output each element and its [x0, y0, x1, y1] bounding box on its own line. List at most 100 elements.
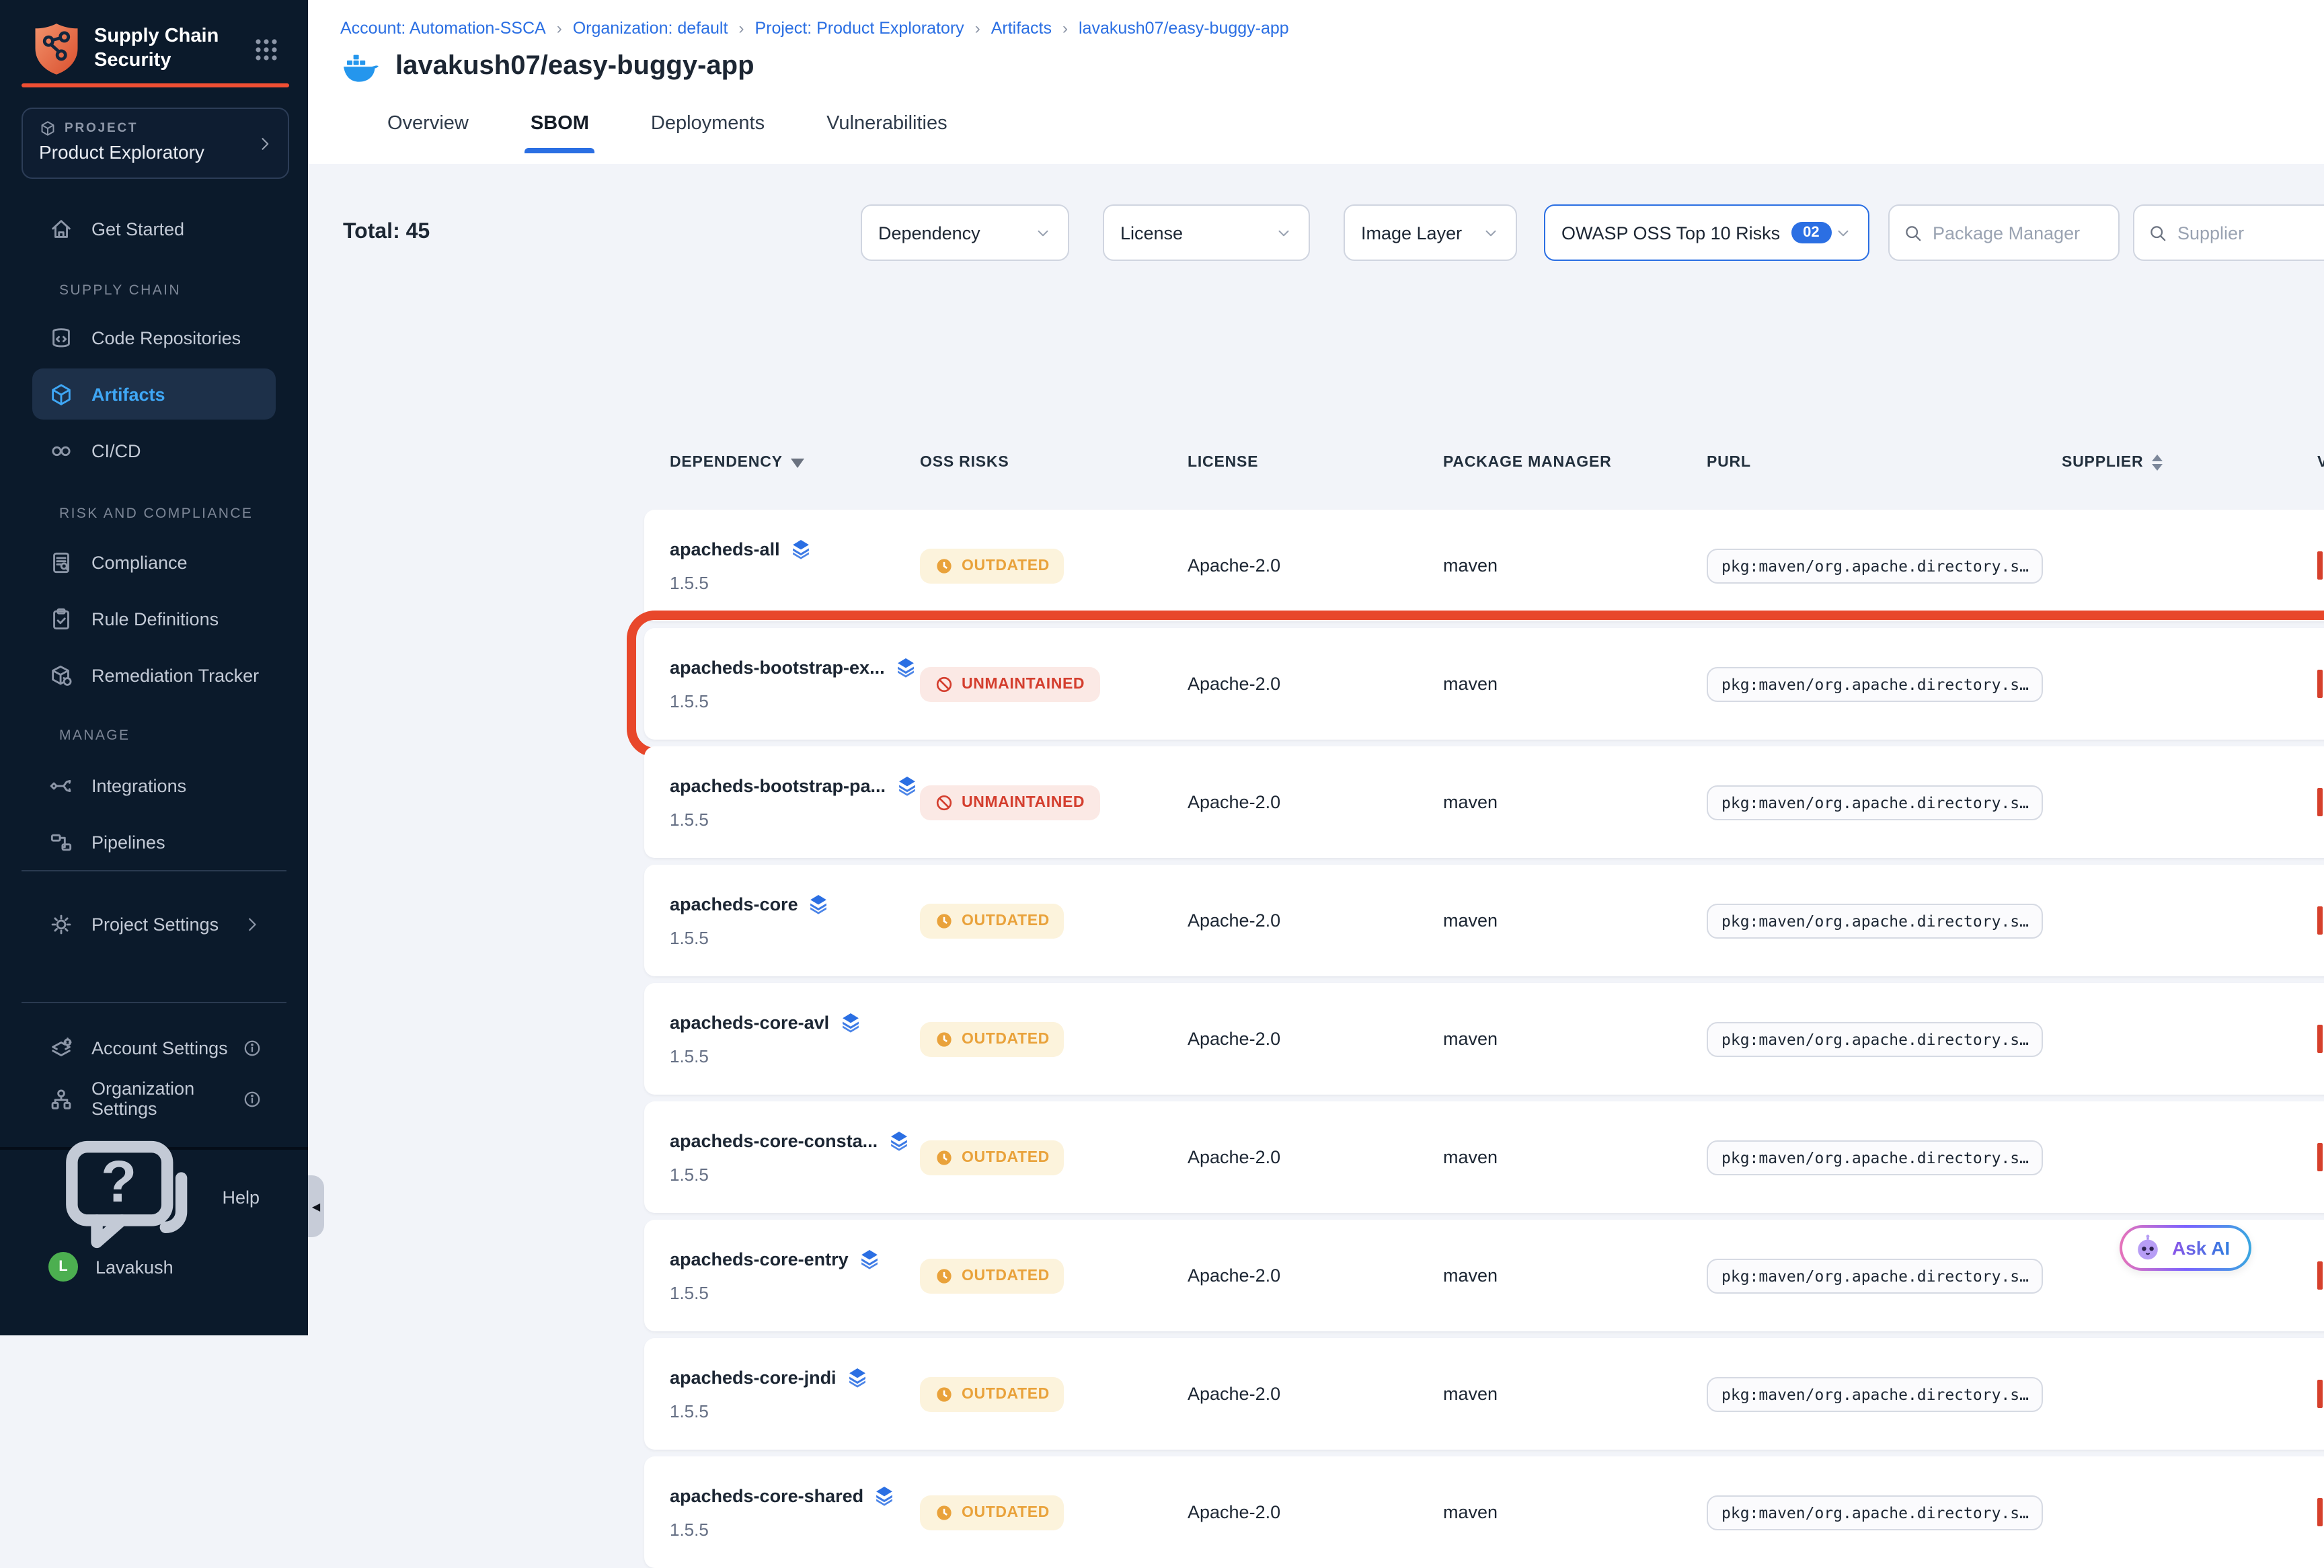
purl-chip[interactable]: pkg:maven/org.apache.directory.s…: [1707, 666, 2044, 701]
sidebar-item-account-settings[interactable]: Account Settings: [32, 1022, 276, 1073]
nav-label: Integrations: [91, 775, 186, 795]
package-manager-cell: maven: [1443, 555, 1707, 576]
sidebar-item-rule-definitions[interactable]: Rule Definitions: [32, 593, 276, 644]
layers-gear-icon: [48, 1035, 74, 1060]
risk-icon: [935, 793, 954, 812]
dependency-name: apacheds-bootstrap-pa...: [670, 776, 886, 796]
package-manager-cell: maven: [1443, 1384, 1707, 1404]
purl-chip[interactable]: pkg:maven/org.apache.directory.s…: [1707, 1021, 2044, 1056]
breadcrumb-item[interactable]: Account: Automation-SSCA: [340, 19, 546, 38]
layers-icon: [858, 1248, 881, 1271]
nav-label: Project Settings: [91, 914, 219, 934]
table-row[interactable]: apacheds-bootstrap-ex... 1.5.5 UNMAINTAI…: [644, 628, 2324, 740]
risk-icon: [935, 1148, 954, 1167]
breadcrumb-separator: ›: [557, 19, 562, 38]
nav-label: Pipelines: [91, 832, 165, 852]
layers-icon: [846, 1366, 869, 1389]
tab-overview[interactable]: Overview: [387, 113, 469, 153]
breadcrumb-separator: ›: [975, 19, 980, 38]
oss-risk-cell: OUTDATED: [920, 1140, 1188, 1175]
table-row[interactable]: apacheds-core-entry 1.5.5 OUTDATED Apach…: [644, 1220, 2324, 1331]
dependency-version: 1.5.5: [670, 691, 920, 711]
breadcrumb-item[interactable]: lavakush07/easy-buggy-app: [1079, 19, 1289, 38]
tab-sbom[interactable]: SBOM: [531, 113, 589, 153]
sidebar-item-get-started[interactable]: Get Started: [32, 203, 276, 254]
vuln-critical-count: C0: [2317, 1380, 2324, 1408]
vuln-critical-count: C0: [2317, 1261, 2324, 1290]
vulnerabilities-cell: C0H0M0L0: [2317, 551, 2324, 580]
layers-icon: [839, 1011, 861, 1034]
table-row[interactable]: apacheds-core-jndi 1.5.5 OUTDATED Apache…: [644, 1338, 2324, 1450]
table-row[interactable]: apacheds-bootstrap-pa... 1.5.5 UNMAINTAI…: [644, 746, 2324, 858]
package-manager-cell: maven: [1443, 1029, 1707, 1049]
sidebar-item-remediation-tracker[interactable]: Remediation Tracker: [32, 650, 276, 701]
purl-chip[interactable]: pkg:maven/org.apache.directory.s…: [1707, 785, 2044, 820]
license-cell: Apache-2.0: [1188, 1384, 1443, 1404]
sidebar-item-artifacts[interactable]: Artifacts: [32, 368, 276, 420]
purl-chip[interactable]: pkg:maven/org.apache.directory.s…: [1707, 1140, 2044, 1175]
project-selector[interactable]: PROJECT Product Exploratory: [22, 108, 289, 179]
user-menu[interactable]: L Lavakush: [32, 1243, 276, 1291]
vuln-critical-count: C0: [2317, 1498, 2324, 1526]
purl-cell: pkg:maven/org.apache.directory.s…: [1707, 666, 2062, 701]
vulnerabilities-cell: C0H0M0L0: [2317, 1498, 2324, 1526]
purl-cell: pkg:maven/org.apache.directory.s…: [1707, 1258, 2062, 1293]
vuln-critical-count: C0: [2317, 670, 2324, 698]
nav-label: Remediation Tracker: [91, 665, 259, 685]
risk-icon: [935, 1503, 954, 1522]
sidebar: Supply Chain Security PROJECT Product Ex…: [0, 0, 308, 1335]
dependency-cell: apacheds-core-consta... 1.5.5: [670, 1130, 920, 1185]
sidebar-item-ci-cd[interactable]: CI/CD: [32, 425, 276, 476]
purl-cell: pkg:maven/org.apache.directory.s…: [1707, 785, 2062, 820]
sidebar-collapse-handle[interactable]: ◀: [308, 1175, 324, 1237]
sidebar-item-project-settings[interactable]: Project Settings: [32, 898, 276, 949]
vulnerabilities-cell: C0H0M0L0: [2317, 670, 2324, 698]
sidebar-item-compliance[interactable]: Compliance: [32, 537, 276, 588]
purl-chip[interactable]: pkg:maven/org.apache.directory.s…: [1707, 903, 2044, 938]
breadcrumb-item[interactable]: Project: Product Exploratory: [754, 19, 964, 38]
tab-vulnerabilities[interactable]: Vulnerabilities: [826, 113, 947, 153]
dependency-version: 1.5.5: [670, 1520, 920, 1540]
risk-badge: OUTDATED: [920, 1376, 1064, 1411]
nav-section-label: SUPPLY CHAIN: [59, 282, 181, 299]
purl-chip[interactable]: pkg:maven/org.apache.directory.s…: [1707, 1495, 2044, 1530]
table-row[interactable]: apacheds-all 1.5.5 OUTDATED Apache-2.0 m…: [644, 510, 2324, 621]
home-icon: [48, 216, 74, 241]
purl-cell: pkg:maven/org.apache.directory.s…: [1707, 1495, 2062, 1530]
dependency-version: 1.5.5: [670, 810, 920, 830]
package-manager-cell: maven: [1443, 1147, 1707, 1167]
license-cell: Apache-2.0: [1188, 1029, 1443, 1049]
ask-ai-button[interactable]: Ask AI: [2120, 1225, 2251, 1271]
cube-icon: [39, 120, 56, 137]
table-row[interactable]: apacheds-core-avl 1.5.5 OUTDATED Apache-…: [644, 983, 2324, 1095]
table-row[interactable]: apacheds-core 1.5.5 OUTDATED Apache-2.0 …: [644, 865, 2324, 976]
breadcrumb-item[interactable]: Organization: default: [573, 19, 728, 38]
sidebar-item-help[interactable]: Help: [32, 1173, 276, 1221]
purl-chip[interactable]: pkg:maven/org.apache.directory.s…: [1707, 1376, 2044, 1411]
oss-risk-cell: OUTDATED: [920, 548, 1188, 583]
nav-section-label: MANAGE: [59, 728, 130, 744]
risk-badge: OUTDATED: [920, 548, 1064, 583]
vuln-critical-count: C0: [2317, 551, 2324, 580]
table-row[interactable]: apacheds-core-consta... 1.5.5 OUTDATED A…: [644, 1101, 2324, 1213]
sidebar-item-integrations[interactable]: Integrations: [32, 760, 276, 811]
accent-divider: [22, 83, 289, 87]
vulnerabilities-cell: C0H0M0L0: [2317, 1025, 2324, 1053]
module-grid-icon[interactable]: [253, 36, 280, 63]
app-logo[interactable]: Supply Chain Security: [32, 22, 288, 75]
vulnerabilities-cell: C0H0M0L0: [2317, 1380, 2324, 1408]
vulnerabilities-cell: C0H0M0L0: [2317, 1261, 2324, 1290]
sidebar-item-pipelines[interactable]: Pipelines: [32, 816, 276, 867]
tab-deployments[interactable]: Deployments: [651, 113, 765, 153]
table-row[interactable]: apacheds-core-shared 1.5.5 OUTDATED Apac…: [644, 1456, 2324, 1568]
dependency-version: 1.5.5: [670, 573, 920, 593]
package-manager-cell: maven: [1443, 792, 1707, 812]
risk-badge: OUTDATED: [920, 1495, 1064, 1530]
layers-icon: [895, 775, 918, 797]
purl-chip[interactable]: pkg:maven/org.apache.directory.s…: [1707, 548, 2044, 583]
license-cell: Apache-2.0: [1188, 674, 1443, 694]
sidebar-item-code-repositories[interactable]: Code Repositories: [32, 312, 276, 363]
breadcrumb-item[interactable]: Artifacts: [991, 19, 1052, 38]
license-cell: Apache-2.0: [1188, 792, 1443, 812]
purl-chip[interactable]: pkg:maven/org.apache.directory.s…: [1707, 1258, 2044, 1293]
